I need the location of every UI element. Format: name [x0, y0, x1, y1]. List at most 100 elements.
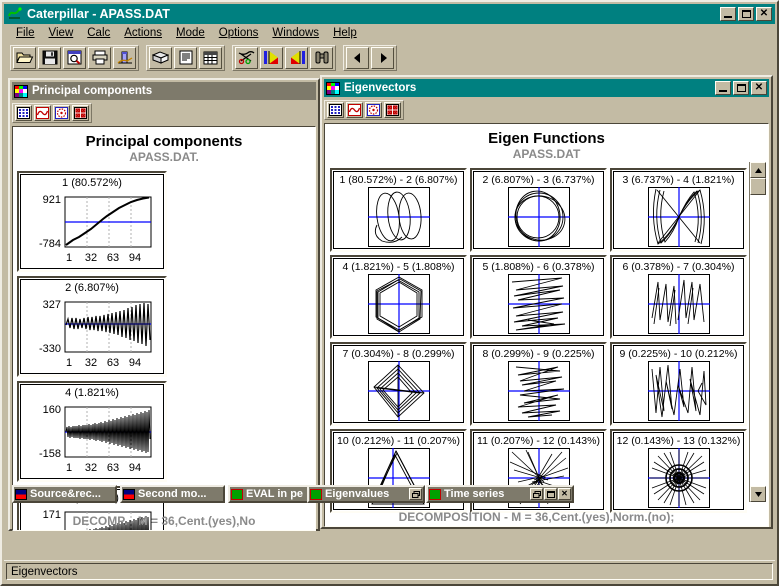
ev-chart-plot	[647, 274, 710, 334]
svg-text:32: 32	[85, 357, 97, 369]
menu-item-actions[interactable]: Actions	[117, 26, 169, 40]
ev-chart-caption: 1 (80.572%) - 2 (6.807%)	[339, 174, 458, 186]
pairs-view-icon[interactable]	[384, 102, 401, 118]
scatter-view-icon[interactable]	[365, 102, 382, 118]
ev-chart-caption: 10 (0.212%) - 11 (0.207%)	[337, 435, 460, 447]
scrollbar-track[interactable]	[750, 195, 766, 486]
pc-document-area: Principal components APASS.DAT. 1 (80.57…	[12, 126, 316, 531]
svg-text:1: 1	[66, 357, 72, 369]
menu-item-windows[interactable]: Windows	[265, 26, 326, 40]
ev-window-title-text: Eigenvectors	[344, 82, 417, 94]
binoculars-icon[interactable]	[310, 46, 333, 69]
ev-chart-plot	[507, 187, 570, 247]
scroll-up-button[interactable]	[750, 162, 766, 178]
close-button[interactable]: ✕	[558, 488, 571, 500]
ev-vertical-scrollbar[interactable]	[749, 162, 766, 502]
pc-chart-cell[interactable]: 1 (80.572%) 921 -784 1 32 63 94	[17, 171, 167, 272]
minimized-windows-row: Source&rec... Second mo... EVAL in pe Ei…	[6, 485, 775, 505]
pc-chart-caption: 1 (80.572%)	[62, 177, 122, 189]
split-right-icon[interactable]	[285, 46, 308, 69]
grid-view-icon[interactable]	[15, 105, 32, 121]
ev-minimize-button[interactable]	[715, 81, 731, 95]
principal-components-window[interactable]: Principal components Principal component…	[8, 78, 320, 531]
pc-chart-caption: 2 (6.807%)	[65, 282, 119, 294]
eigenvectors-window[interactable]: Eigenvectors ✕ Eigen Functions APASS.DAT…	[320, 75, 773, 529]
ev-close-button[interactable]: ✕	[751, 81, 767, 95]
minimized-window-second-mo[interactable]: Second mo...	[120, 485, 225, 503]
svg-text:32: 32	[85, 462, 97, 474]
grid-table-icon[interactable]	[199, 46, 222, 69]
ev-chart-caption: 5 (1.808%) - 6 (0.378%)	[482, 261, 595, 273]
open-folder-icon[interactable]	[13, 46, 36, 69]
ev-chart-cell[interactable]: 2 (6.807%) - 3 (6.737%)	[470, 168, 607, 252]
svg-text:327: 327	[43, 299, 61, 311]
scatter-view-icon[interactable]	[53, 105, 70, 121]
minimized-window-source-rec[interactable]: Source&rec...	[12, 485, 117, 503]
svg-text:94: 94	[129, 462, 141, 474]
ev-chart-cell[interactable]: 3 (6.737%) - 4 (1.821%)	[610, 168, 747, 252]
svg-text:160: 160	[43, 404, 61, 416]
statusbar-text: Eigenvectors	[6, 563, 773, 580]
close-button[interactable]: ✕	[756, 7, 772, 21]
menu-item-view[interactable]: View	[42, 26, 81, 40]
pc-window-toolbar	[12, 102, 316, 124]
book-icon[interactable]	[149, 46, 172, 69]
split-left-icon[interactable]	[260, 46, 283, 69]
maximize-button[interactable]	[738, 7, 754, 21]
ev-chart-plot	[367, 187, 430, 247]
toolbar-group-view	[146, 44, 225, 71]
ev-chart-cell[interactable]: 6 (0.378%) - 7 (0.304%)	[610, 255, 747, 339]
minimize-button[interactable]	[720, 7, 736, 21]
ev-chart-cell[interactable]: 7 (0.304%) - 8 (0.299%)	[330, 342, 467, 426]
minimized-window-time-series[interactable]: Time series ✕	[426, 485, 574, 503]
ev-window-titlebar[interactable]: Eigenvectors ✕	[324, 79, 769, 97]
pc-chart-plot: 160 -158 1 32 63 94	[21, 399, 163, 475]
ev-chart-caption: 6 (0.378%) - 7 (0.304%)	[622, 261, 735, 273]
pc-chart-cell[interactable]: 2 (6.807%) 327 -330 1 32 63 94	[17, 276, 167, 377]
prev-arrow-icon[interactable]	[346, 46, 369, 69]
next-arrow-icon[interactable]	[371, 46, 394, 69]
pc-chart-caption: 4 (1.821%)	[65, 387, 119, 399]
ev-chart-caption: 8 (0.299%) - 9 (0.225%)	[482, 348, 595, 360]
minimized-window-label: Time series	[444, 488, 505, 500]
pc-window-title-text: Principal components	[32, 85, 153, 97]
wave-view-icon[interactable]	[34, 105, 51, 121]
svg-text:-330: -330	[39, 343, 61, 355]
ev-maximize-button[interactable]	[733, 81, 749, 95]
scissors-icon[interactable]	[235, 46, 258, 69]
pairs-view-icon[interactable]	[72, 105, 89, 121]
maximize-button[interactable]	[544, 488, 557, 500]
window-color-icon	[429, 488, 441, 500]
print-preview-icon[interactable]	[63, 46, 86, 69]
restore-button[interactable]	[409, 488, 422, 500]
menu-item-calc[interactable]: Calc	[80, 26, 117, 40]
window-color-icon	[15, 488, 27, 500]
pc-chart-cell[interactable]: 4 (1.821%) 160 -158 1 32 63 94	[17, 381, 167, 482]
grid-view-icon[interactable]	[327, 102, 344, 118]
menu-item-help[interactable]: Help	[326, 26, 364, 40]
ev-chart-caption: 7 (0.304%) - 8 (0.299%)	[342, 348, 455, 360]
ev-chart-cell[interactable]: 4 (1.821%) - 5 (1.808%)	[330, 255, 467, 339]
wave-view-icon[interactable]	[346, 102, 363, 118]
minimized-window-eigenvalues[interactable]: Eigenvalues	[307, 485, 425, 503]
pc-chart-grid: 1 (80.572%) 921 -784 1 32 63 94 2 (6.807…	[17, 171, 315, 530]
ev-chart-cell[interactable]: 8 (0.299%) - 9 (0.225%)	[470, 342, 607, 426]
restore-button[interactable]	[530, 488, 543, 500]
pc-window-titlebar[interactable]: Principal components	[12, 82, 316, 100]
ev-chart-plot	[507, 361, 570, 421]
chart-3d-icon[interactable]	[113, 46, 136, 69]
ev-chart-cell[interactable]: 5 (1.808%) - 6 (0.378%)	[470, 255, 607, 339]
scrollbar-thumb[interactable]	[750, 178, 766, 195]
ev-chart-cell[interactable]: 1 (80.572%) - 2 (6.807%)	[330, 168, 467, 252]
menu-item-options[interactable]: Options	[212, 26, 266, 40]
menu-item-mode[interactable]: Mode	[169, 26, 212, 40]
ev-chart-caption: 11 (0.207%) - 12 (0.143%)	[477, 435, 600, 447]
menu-item-file[interactable]: File	[9, 26, 42, 40]
pc-xtick: 1	[66, 252, 72, 264]
pc-document-footer: DECOMP. - M = 36,Cent.(yes),No	[72, 514, 256, 528]
svg-text:63: 63	[107, 462, 119, 474]
ev-chart-cell[interactable]: 9 (0.225%) - 10 (0.212%)	[610, 342, 747, 426]
save-disk-icon[interactable]	[38, 46, 61, 69]
print-icon[interactable]	[88, 46, 111, 69]
document-icon[interactable]	[174, 46, 197, 69]
